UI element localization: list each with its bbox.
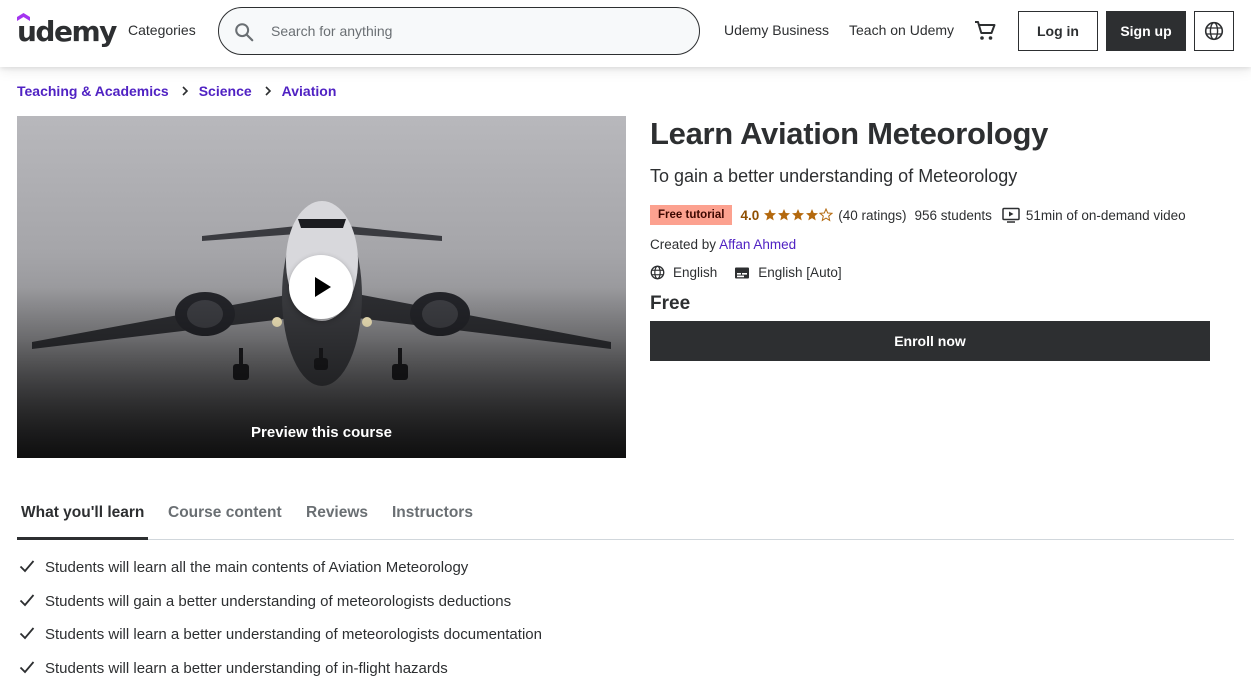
course-language: English xyxy=(673,265,718,280)
top-header: udemy Categories Udemy Business Teach on… xyxy=(0,0,1251,67)
learn-item-text: Students will learn a better understandi… xyxy=(45,659,448,677)
free-tutorial-badge: Free tutorial xyxy=(650,205,733,225)
star-empty-icon xyxy=(819,208,834,222)
course-captions: English [Auto] xyxy=(758,265,842,280)
search-bar xyxy=(218,7,700,55)
star-filled-icon xyxy=(792,209,805,221)
breadcrumb-teaching-academics[interactable]: Teaching & Academics xyxy=(17,83,169,99)
breadcrumb-aviation[interactable]: Aviation xyxy=(282,83,337,99)
star-filled-icon xyxy=(764,209,777,221)
enroll-now-button[interactable]: Enroll now xyxy=(650,321,1210,361)
learn-list: Students will learn all the main content… xyxy=(17,556,542,689)
course-preview[interactable]: Preview this course xyxy=(17,116,626,458)
chevron-right-icon xyxy=(182,86,188,96)
login-button[interactable]: Log in xyxy=(1018,11,1098,51)
udemy-logo[interactable]: udemy xyxy=(17,13,117,49)
teach-on-udemy-link[interactable]: Teach on Udemy xyxy=(849,22,954,38)
search-icon[interactable] xyxy=(233,21,255,43)
tab-course-content[interactable]: Course content xyxy=(168,504,282,522)
rating-value: 4.0 xyxy=(740,207,760,223)
check-icon xyxy=(19,627,35,640)
star-filled-icon xyxy=(778,209,791,221)
video-length: 51min of on-demand video xyxy=(1025,207,1186,223)
captions-icon xyxy=(735,267,750,278)
ratings-count-link[interactable]: (40 ratings) xyxy=(838,208,906,223)
globe-icon xyxy=(1204,21,1224,41)
tab-what-youll-learn[interactable]: What you'll learn xyxy=(21,504,144,522)
video-icon xyxy=(1002,207,1020,223)
learn-item-text: Students will learn a better understandi… xyxy=(45,626,542,643)
language-button[interactable] xyxy=(1194,11,1234,51)
language-info: English English [Auto] xyxy=(650,265,842,280)
learn-item: Students will learn a better understandi… xyxy=(17,623,542,657)
students-count: 956 students xyxy=(914,207,992,223)
globe-icon xyxy=(650,265,665,280)
play-button[interactable] xyxy=(289,255,353,319)
course-meta: Free tutorial 4.0 (40 ratings) 956 stude… xyxy=(650,204,1186,226)
search-input[interactable] xyxy=(271,20,681,42)
course-subtitle: To gain a better understanding of Meteor… xyxy=(650,166,1018,186)
created-by-label: Created by xyxy=(650,237,717,252)
learn-item: Students will learn a better understandi… xyxy=(17,657,542,689)
categories-menu[interactable]: Categories xyxy=(128,22,196,38)
learn-item: Students will learn all the main content… xyxy=(17,556,542,590)
instructor-link[interactable]: Affan Ahmed xyxy=(719,237,796,252)
course-tabs: What you'll learn Course content Reviews… xyxy=(17,494,1234,540)
chevron-right-icon xyxy=(265,86,271,96)
preview-course-label[interactable]: Preview this course xyxy=(17,424,626,441)
learn-item-text: Students will learn all the main content… xyxy=(45,559,469,576)
check-icon xyxy=(19,560,35,573)
tab-reviews[interactable]: Reviews xyxy=(306,504,368,522)
check-icon xyxy=(19,593,35,606)
cart-icon[interactable] xyxy=(973,19,997,43)
play-icon xyxy=(315,277,331,297)
created-by: Created by Affan Ahmed xyxy=(650,237,796,252)
breadcrumb: Teaching & Academics Science Aviation xyxy=(17,83,336,99)
check-icon xyxy=(19,660,35,673)
course-title: Learn Aviation Meteorology xyxy=(650,116,1049,151)
tab-instructors[interactable]: Instructors xyxy=(392,504,473,522)
active-tab-indicator xyxy=(17,537,148,540)
logo-text: udemy xyxy=(17,15,117,48)
rating-stars xyxy=(763,208,834,222)
learn-item: Students will gain a better understandin… xyxy=(17,590,542,624)
signup-button[interactable]: Sign up xyxy=(1106,11,1186,51)
breadcrumb-science[interactable]: Science xyxy=(199,83,252,99)
course-price: Free xyxy=(650,293,691,314)
star-filled-icon xyxy=(806,209,819,221)
udemy-business-link[interactable]: Udemy Business xyxy=(724,22,829,38)
learn-item-text: Students will gain a better understandin… xyxy=(45,592,512,610)
